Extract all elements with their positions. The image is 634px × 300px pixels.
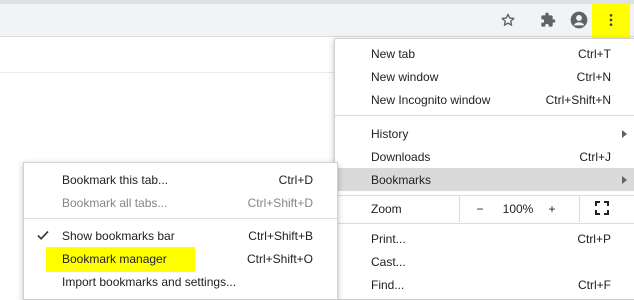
submenu-item-shortcut: Ctrl+D (278, 172, 313, 187)
menu-item-label: Print... (371, 231, 406, 246)
submenu-item-label: Bookmark all tabs... (62, 195, 168, 210)
menu-item-label: Downloads (371, 149, 431, 164)
submenu-item-label: Show bookmarks bar (62, 228, 175, 243)
zoom-label: Zoom (371, 202, 402, 216)
submenu-item-bookmark-all-tabs[interactable]: Bookmark all tabs... Ctrl+Shift+D (24, 191, 337, 214)
menu-item-history[interactable]: History (335, 122, 634, 145)
submenu-item-import-bookmarks[interactable]: Import bookmarks and settings... (24, 270, 337, 293)
menu-item-shortcut: Ctrl+N (576, 69, 611, 84)
page-divider (0, 72, 336, 73)
submenu-item-label: Bookmark this tab... (62, 172, 169, 187)
menu-separator (335, 223, 634, 224)
submenu-item-label: Import bookmarks and settings... (62, 274, 237, 289)
menu-item-label: New window (371, 69, 439, 84)
checkmark-icon (36, 228, 50, 245)
zoom-level: 100% (502, 202, 534, 216)
menu-item-find[interactable]: Find... Ctrl+F (335, 273, 634, 296)
menu-item-print[interactable]: Print... Ctrl+P (335, 227, 634, 250)
bookmarks-submenu: Bookmark this tab... Ctrl+D Bookmark all… (23, 162, 338, 300)
chrome-main-menu: New tab Ctrl+T New window Ctrl+N New Inc… (334, 38, 634, 300)
zoom-in-button[interactable]: + (546, 202, 558, 216)
menu-item-label: Find... (371, 277, 405, 292)
menu-item-shortcut: Ctrl+J (579, 149, 611, 164)
menu-item-label: Cast... (371, 254, 406, 269)
star-icon[interactable] (496, 8, 520, 32)
menu-item-downloads[interactable]: Downloads Ctrl+J (335, 145, 634, 168)
menu-item-shortcut: Ctrl+T (578, 46, 611, 61)
fullscreen-icon[interactable] (595, 201, 609, 218)
tab-strip-edge (0, 0, 634, 4)
menu-separator (335, 115, 634, 116)
submenu-item-bookmark-manager[interactable]: Bookmark manager Ctrl+Shift+O (24, 247, 337, 270)
menu-item-label: New tab (371, 46, 416, 61)
menu-item-cast[interactable]: Cast... (335, 250, 634, 273)
submenu-item-show-bookmarks-bar[interactable]: Show bookmarks bar Ctrl+Shift+B (24, 224, 337, 247)
zoom-row: Zoom − 100% + (335, 196, 634, 222)
more-vertical-icon[interactable] (599, 8, 623, 32)
submenu-item-shortcut: Ctrl+Shift+B (248, 228, 313, 243)
zoom-controls: − 100% + (459, 196, 634, 222)
menu-item-bookmarks[interactable]: Bookmarks (335, 168, 634, 191)
zoom-out-button[interactable]: − (474, 202, 486, 216)
menu-item-new-tab[interactable]: New tab Ctrl+T (335, 42, 634, 65)
submenu-arrow-icon (622, 129, 627, 138)
extensions-puzzle-icon[interactable] (536, 8, 560, 32)
menu-item-shortcut: Ctrl+Shift+N (545, 92, 611, 107)
submenu-item-shortcut: Ctrl+Shift+D (247, 195, 313, 210)
zoom-divider (579, 196, 580, 222)
menu-item-shortcut: Ctrl+F (578, 277, 611, 292)
menu-item-new-window[interactable]: New window Ctrl+N (335, 65, 634, 88)
menu-item-label: History (371, 126, 409, 141)
submenu-item-bookmark-this-tab[interactable]: Bookmark this tab... Ctrl+D (24, 168, 337, 191)
submenu-item-label: Bookmark manager (62, 251, 167, 266)
menu-item-label: New Incognito window (371, 92, 491, 107)
menu-item-shortcut: Ctrl+P (577, 231, 611, 246)
profile-avatar-icon[interactable] (567, 8, 591, 32)
submenu-arrow-icon (622, 175, 627, 184)
submenu-item-shortcut: Ctrl+Shift+O (246, 251, 313, 266)
submenu-separator (24, 218, 337, 219)
menu-item-new-incognito-window[interactable]: New Incognito window Ctrl+Shift+N (335, 88, 634, 111)
menu-item-label: Bookmarks (371, 172, 432, 187)
